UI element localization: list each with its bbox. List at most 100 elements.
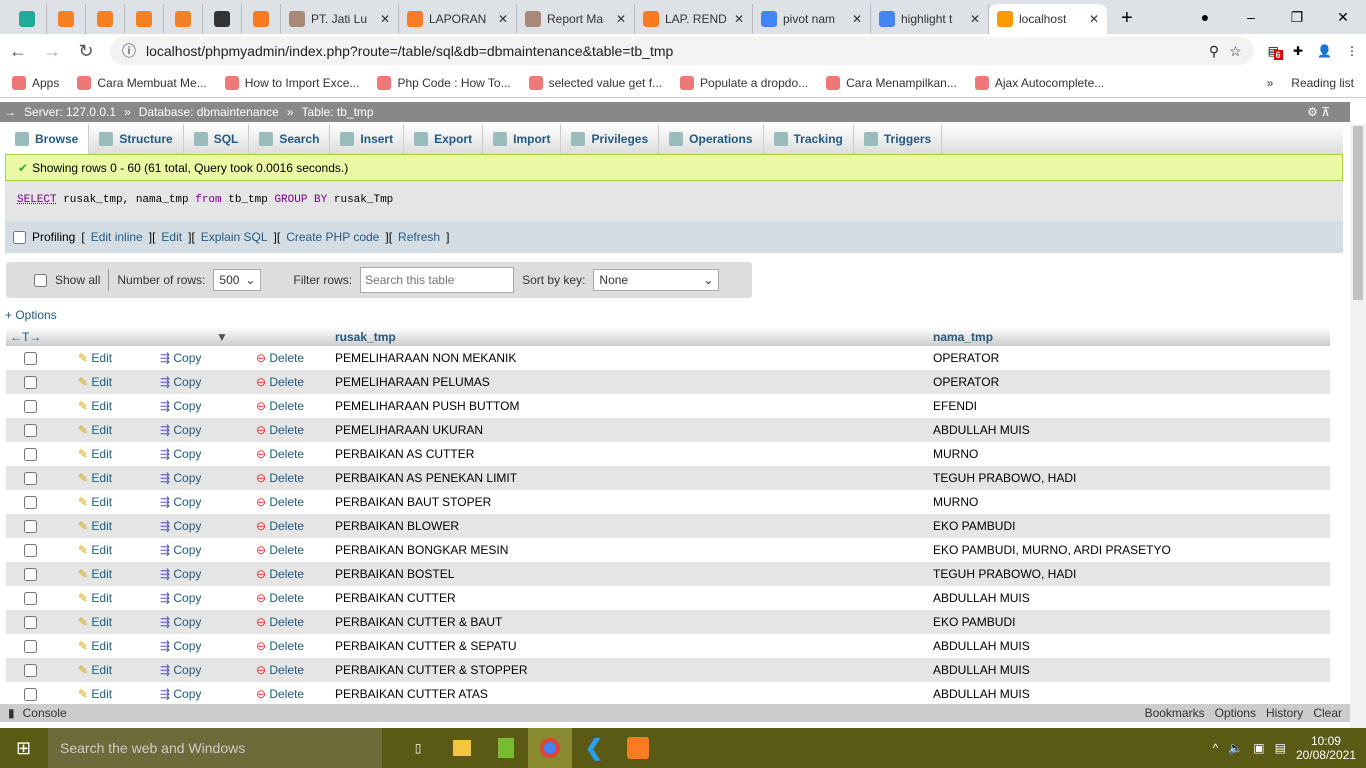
tab-operations[interactable]: Operations: [659, 124, 764, 154]
row-checkbox[interactable]: [24, 471, 37, 485]
sql-select[interactable]: SELECT: [17, 194, 57, 206]
row-checkbox[interactable]: [24, 615, 37, 629]
kebab-menu-icon[interactable]: ⋮: [1346, 44, 1358, 58]
row-checkbox[interactable]: [24, 351, 37, 365]
tab-insert[interactable]: Insert: [330, 124, 405, 154]
copy-button[interactable]: ⇶ Copy: [160, 687, 201, 701]
copy-button[interactable]: ⇶ Copy: [160, 615, 201, 629]
browser-tab[interactable]: [203, 4, 242, 34]
delete-button[interactable]: ⊖ Delete: [256, 687, 304, 701]
browser-tab[interactable]: [8, 4, 47, 34]
page-scrollbar[interactable]: [1350, 124, 1366, 728]
console-bar[interactable]: ▮ Console Bookmarks Options History Clear: [0, 704, 1350, 722]
minimize-button[interactable]: –: [1228, 9, 1274, 25]
breadcrumb-database[interactable]: Database: dbmaintenance: [139, 105, 279, 119]
num-rows-select[interactable]: 500 ⌄: [213, 269, 262, 291]
browser-tab[interactable]: [242, 4, 281, 34]
row-checkbox[interactable]: [24, 567, 37, 581]
profile-menu-icon[interactable]: ●: [1182, 9, 1228, 25]
edit-button[interactable]: ✎ Edit: [78, 375, 112, 389]
tab-close-icon[interactable]: ✕: [1089, 12, 1099, 26]
bookmark-item[interactable]: Ajax Autocomplete...: [974, 75, 1104, 90]
bookmark-item[interactable]: How to Import Exce...: [224, 75, 359, 90]
copy-button[interactable]: ⇶ Copy: [160, 351, 201, 365]
bookmark-item[interactable]: Cara Menampilkan...: [826, 75, 957, 90]
browser-tab[interactable]: [47, 4, 86, 34]
xampp-icon[interactable]: [616, 728, 660, 768]
column-header-rusak-tmp[interactable]: rusak_tmp: [335, 330, 396, 344]
row-checkbox[interactable]: [24, 543, 37, 557]
browser-tab[interactable]: highlight t ✕: [871, 4, 989, 34]
clock[interactable]: 10:09 20/08/2021: [1296, 734, 1356, 762]
extension-icon[interactable]: ▤6: [1268, 44, 1283, 60]
edit-button[interactable]: ✎ Edit: [78, 495, 112, 509]
star-icon[interactable]: ☆: [1229, 43, 1242, 60]
zoom-icon[interactable]: ⚲: [1209, 43, 1219, 60]
bookmark-item[interactable]: Populate a dropdo...: [680, 75, 808, 90]
options-link[interactable]: + Options: [5, 308, 57, 322]
edit-button[interactable]: ✎ Edit: [78, 351, 112, 365]
copy-button[interactable]: ⇶ Copy: [160, 543, 201, 557]
browser-tab[interactable]: [86, 4, 125, 34]
tab-import[interactable]: Import: [483, 124, 562, 154]
maximize-button[interactable]: ❐: [1274, 9, 1320, 26]
delete-button[interactable]: ⊖ Delete: [256, 423, 304, 437]
copy-button[interactable]: ⇶ Copy: [160, 663, 201, 677]
tab-close-icon[interactable]: ✕: [616, 12, 626, 26]
profiling-checkbox[interactable]: [13, 230, 26, 244]
task-view-icon[interactable]: ▯: [396, 728, 440, 768]
windows-start-icon[interactable]: ⊞: [16, 738, 31, 759]
tray-chevron-icon[interactable]: ^: [1213, 741, 1219, 755]
browser-tab[interactable]: [164, 4, 203, 34]
edit-button[interactable]: ✎ Edit: [78, 615, 112, 629]
new-tab-button[interactable]: +: [1107, 7, 1147, 34]
back-icon[interactable]: ←: [8, 41, 28, 62]
show-all-checkbox[interactable]: [34, 273, 47, 287]
tab-browse[interactable]: Browse: [5, 124, 90, 154]
delete-button[interactable]: ⊖ Delete: [256, 567, 304, 581]
delete-button[interactable]: ⊖ Delete: [256, 615, 304, 629]
tab-close-icon[interactable]: ✕: [734, 12, 744, 26]
edit-button[interactable]: ✎ Edit: [78, 663, 112, 677]
url-input[interactable]: ⓘ localhost/phpmyadmin/index.php?route=/t…: [110, 37, 1254, 65]
copy-button[interactable]: ⇶ Copy: [160, 447, 201, 461]
console-link-history[interactable]: History: [1266, 706, 1303, 720]
copy-button[interactable]: ⇶ Copy: [160, 519, 201, 533]
profiling-link[interactable]: Create PHP code: [286, 230, 379, 244]
browser-tab[interactable]: PT. Jati Lu ✕: [281, 4, 399, 34]
breadcrumb-table[interactable]: Table: tb_tmp: [302, 105, 374, 119]
edit-button[interactable]: ✎ Edit: [78, 471, 112, 485]
copy-button[interactable]: ⇶ Copy: [160, 591, 201, 605]
row-checkbox[interactable]: [24, 663, 37, 677]
browser-tab[interactable]: LAPORAN ✕: [399, 4, 517, 34]
delete-button[interactable]: ⊖ Delete: [256, 591, 304, 605]
copy-button[interactable]: ⇶ Copy: [160, 423, 201, 437]
tab-close-icon[interactable]: ✕: [498, 12, 508, 26]
profiling-link[interactable]: Refresh: [398, 230, 440, 244]
network-icon[interactable]: ▣: [1253, 741, 1264, 755]
notification-icon[interactable]: ▤: [1275, 741, 1286, 755]
edit-button[interactable]: ✎ Edit: [78, 543, 112, 557]
edit-button[interactable]: ✎ Edit: [78, 447, 112, 461]
row-checkbox[interactable]: [24, 519, 37, 533]
row-checkbox[interactable]: [24, 495, 37, 509]
tab-close-icon[interactable]: ✕: [970, 12, 980, 26]
profiling-link[interactable]: Edit: [161, 230, 182, 244]
sort-select[interactable]: None ⌄: [593, 269, 720, 291]
bookmark-item[interactable]: Apps: [12, 75, 59, 90]
delete-button[interactable]: ⊖ Delete: [256, 471, 304, 485]
row-checkbox[interactable]: [24, 423, 37, 437]
column-resize-icon[interactable]: ←T→: [10, 330, 41, 344]
sort-dropdown-icon[interactable]: ▼: [216, 330, 228, 344]
volume-icon[interactable]: 🔈: [1228, 741, 1243, 755]
edit-button[interactable]: ✎ Edit: [78, 639, 112, 653]
delete-button[interactable]: ⊖ Delete: [256, 375, 304, 389]
profiling-link[interactable]: Explain SQL: [201, 230, 268, 244]
copy-button[interactable]: ⇶ Copy: [160, 495, 201, 509]
scrollbar-thumb[interactable]: [1353, 126, 1363, 300]
delete-button[interactable]: ⊖ Delete: [256, 639, 304, 653]
delete-button[interactable]: ⊖ Delete: [256, 447, 304, 461]
file-explorer-icon[interactable]: [440, 728, 484, 768]
settings-icon[interactable]: ⚙ ⊼: [1307, 105, 1330, 119]
console-link-clear[interactable]: Clear: [1313, 706, 1342, 720]
